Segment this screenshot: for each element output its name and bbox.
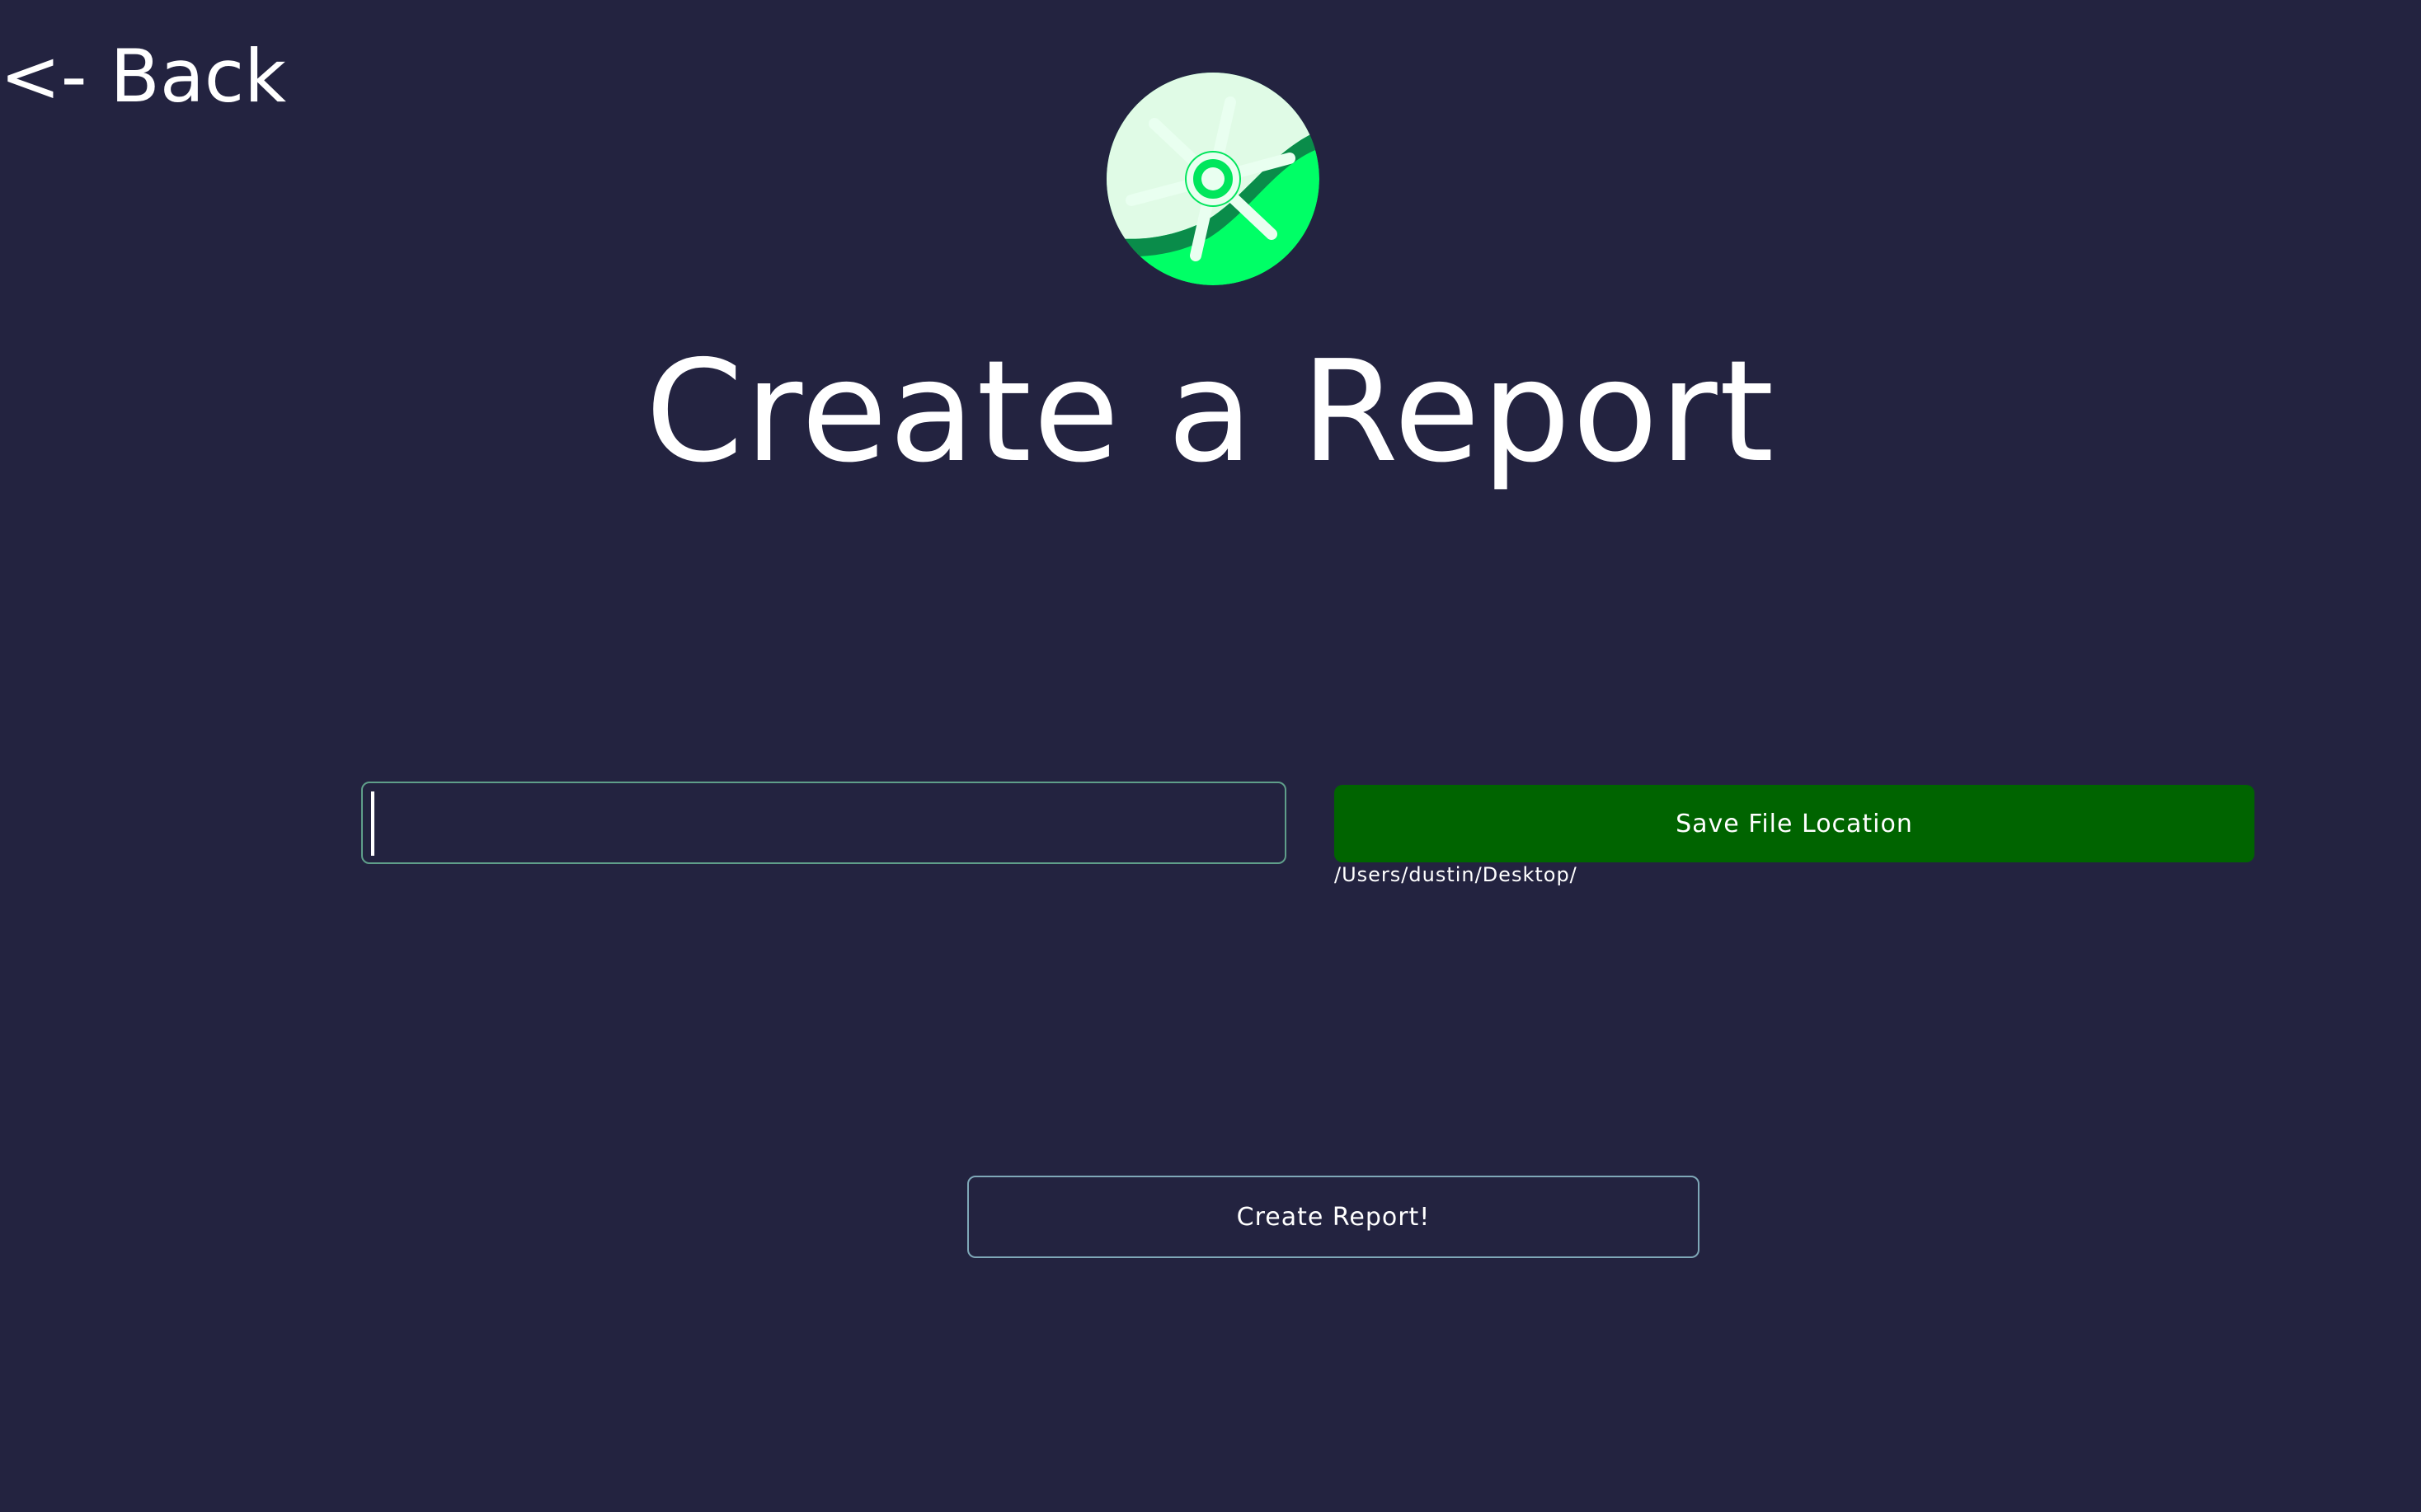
text-cursor (371, 791, 374, 856)
back-link[interactable]: <- Back (0, 31, 286, 122)
ship-wheel-logo-icon (1107, 73, 1319, 285)
report-name-input[interactable] (361, 782, 1286, 864)
create-report-button[interactable]: Create Report! (967, 1176, 1699, 1258)
save-path-label: /Users/dustin/Desktop/ (1334, 863, 1577, 886)
save-file-location-button[interactable]: Save File Location (1334, 785, 2254, 862)
page-title: Create a Report (645, 331, 1776, 494)
